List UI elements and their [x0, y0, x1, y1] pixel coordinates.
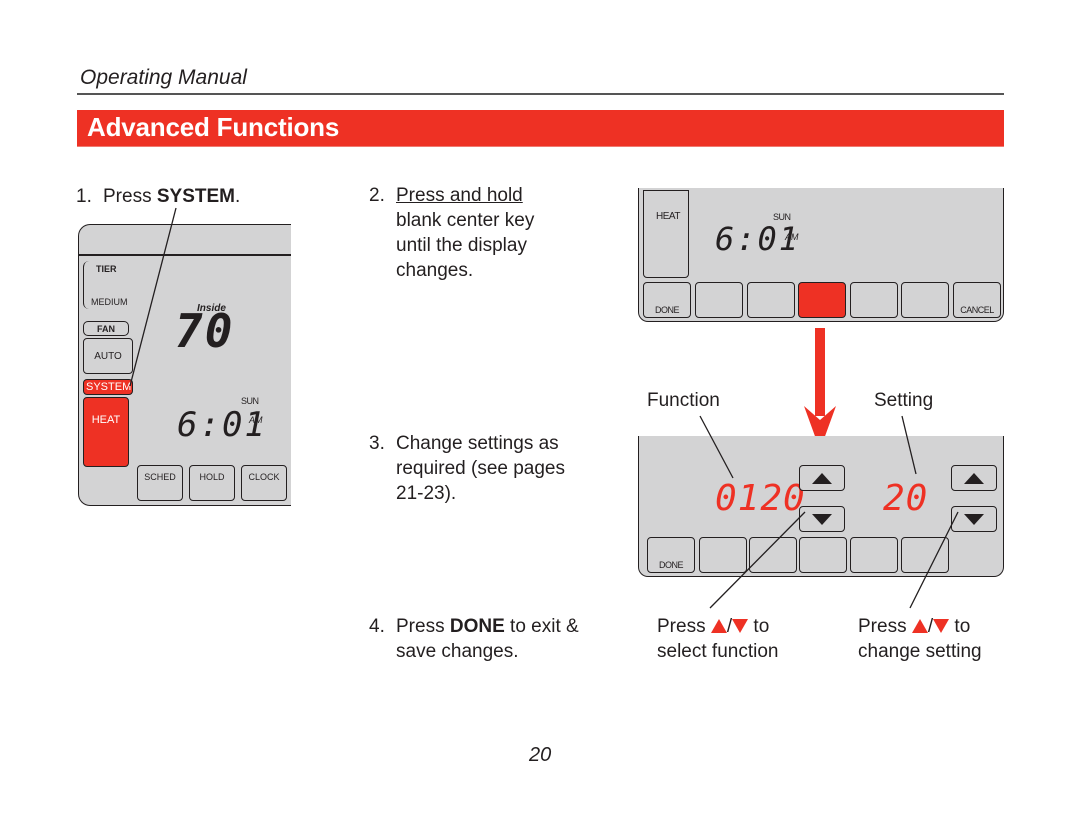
- step-3: 3. Change settings as required (see page…: [369, 431, 609, 511]
- blank-key-5[interactable]: [901, 537, 949, 573]
- setting-value-display: 20: [883, 478, 929, 519]
- function-up-button[interactable]: [799, 465, 845, 491]
- red-down-arrow-icon: [933, 619, 950, 633]
- am-pm-indicator: AM: [785, 232, 799, 242]
- step-line: changes.: [396, 260, 474, 281]
- hint-line: change setting: [858, 641, 982, 662]
- step-line: 21-23).: [396, 483, 457, 504]
- function-number-display: 0120: [715, 478, 806, 519]
- step-text-pre: Press: [396, 616, 450, 637]
- page-number: 20: [529, 744, 552, 766]
- hint-line: Press / to: [858, 616, 971, 637]
- done-label: DONE: [658, 560, 684, 570]
- setting-up-button[interactable]: [951, 465, 997, 491]
- hint-to: to: [753, 616, 770, 637]
- blank-center-key[interactable]: [798, 282, 846, 318]
- step-text-post: .: [234, 186, 241, 207]
- step-line: until the display: [396, 235, 527, 256]
- step-text-post: to exit &: [504, 616, 579, 637]
- blank-key-5[interactable]: [901, 282, 949, 318]
- blank-key-4[interactable]: [850, 282, 898, 318]
- function-label: Function: [647, 390, 720, 411]
- function-hint: Press / to select function: [657, 614, 817, 664]
- hint-press: Press: [657, 616, 706, 637]
- blank-key-2[interactable]: [749, 537, 797, 573]
- step-text: Press and hold blank center key until th…: [396, 183, 534, 283]
- thermostat-hold-screen: HEAT SUN 6:01 AM DONE CANCEL: [638, 188, 1004, 322]
- cancel-label: CANCEL: [960, 305, 994, 315]
- done-label: DONE: [654, 305, 680, 315]
- hint-press: Press: [858, 616, 907, 637]
- done-button[interactable]: DONE: [647, 537, 695, 573]
- red-up-arrow-icon: [911, 619, 928, 633]
- system-keyword: SYSTEM: [156, 186, 235, 207]
- hint-line: select function: [657, 641, 779, 662]
- hold-button[interactable]: HOLD: [189, 465, 235, 501]
- blank-key-2[interactable]: [747, 282, 795, 318]
- fan-speed-tier: TIER: [96, 264, 117, 274]
- system-mode-button[interactable]: HEAT: [83, 397, 129, 467]
- header-divider: [77, 93, 1004, 95]
- system-button[interactable]: SYSTEM: [83, 379, 133, 395]
- section-banner: Advanced Functions: [77, 110, 1004, 147]
- clock-label: CLOCK: [248, 472, 280, 482]
- setting-label: Setting: [874, 390, 934, 411]
- step-text: Change settings as required (see pages 2…: [396, 431, 565, 506]
- step-text-pre: Press: [103, 186, 157, 207]
- step-2: 2. Press and hold blank center key until…: [369, 183, 599, 288]
- hint-line: Press / to: [657, 616, 770, 637]
- step-line: required (see pages: [396, 458, 565, 479]
- blank-key-1[interactable]: [695, 282, 743, 318]
- up-arrow-icon: [812, 473, 832, 484]
- fan-button[interactable]: FAN: [83, 321, 129, 336]
- system-mode-label: HEAT: [656, 211, 680, 222]
- hint-to: to: [954, 616, 971, 637]
- done-keyword: DONE: [449, 616, 505, 637]
- done-button[interactable]: DONE: [643, 282, 691, 318]
- hold-label: HOLD: [199, 472, 225, 482]
- step-4: 4. Press DONE to exit & save changes.: [369, 614, 619, 669]
- step-line: blank center key: [396, 210, 535, 231]
- step-text: Press DONE to exit & save changes.: [396, 614, 579, 664]
- sched-label: SCHED: [144, 472, 176, 482]
- step-number: 4.: [369, 616, 385, 637]
- up-arrow-icon: [964, 473, 984, 484]
- manual-title: Operating Manual: [80, 66, 247, 89]
- setting-down-button[interactable]: [951, 506, 997, 532]
- sched-button[interactable]: SCHED: [137, 465, 183, 501]
- cancel-button[interactable]: CANCEL: [953, 282, 1001, 318]
- step-number: 1.: [76, 186, 92, 207]
- display-divider: [79, 254, 291, 256]
- thermostat-home-screen: TIER MEDIUM FAN AUTO SYSTEM HEAT Inside …: [78, 224, 291, 506]
- step-line: Press DONE to exit &: [396, 614, 579, 639]
- press-and-hold-text: Press and hold: [396, 185, 523, 206]
- function-down-button[interactable]: [799, 506, 845, 532]
- clock-time: 6:01: [177, 405, 267, 445]
- step-text: Press SYSTEM.: [103, 184, 240, 209]
- fan-speed-medium: MEDIUM: [91, 297, 128, 307]
- red-up-arrow-icon: [710, 619, 727, 633]
- blank-key-1[interactable]: [699, 537, 747, 573]
- thermostat-installer-screen: 0120 20 DONE: [638, 436, 1004, 577]
- fan-mode-button[interactable]: AUTO: [83, 338, 133, 374]
- clock-button[interactable]: CLOCK: [241, 465, 287, 501]
- step-line: Change settings as: [396, 433, 559, 454]
- step-1: 1. Press SYSTEM.: [76, 184, 296, 209]
- inside-temperature: 70: [175, 304, 235, 358]
- transition-arrow-icon: [804, 328, 836, 450]
- step-number: 3.: [369, 433, 385, 454]
- section-title: Advanced Functions: [87, 112, 340, 142]
- step-number: 2.: [369, 185, 385, 206]
- red-down-arrow-icon: [732, 619, 749, 633]
- system-mode-button[interactable]: HEAT: [643, 190, 689, 278]
- setting-hint: Press / to change setting: [858, 614, 1018, 664]
- down-arrow-icon: [964, 514, 984, 525]
- blank-key-3[interactable]: [799, 537, 847, 573]
- am-pm-indicator: AM: [249, 415, 263, 425]
- down-arrow-icon: [812, 514, 832, 525]
- step-line: save changes.: [396, 641, 519, 662]
- blank-key-4[interactable]: [850, 537, 898, 573]
